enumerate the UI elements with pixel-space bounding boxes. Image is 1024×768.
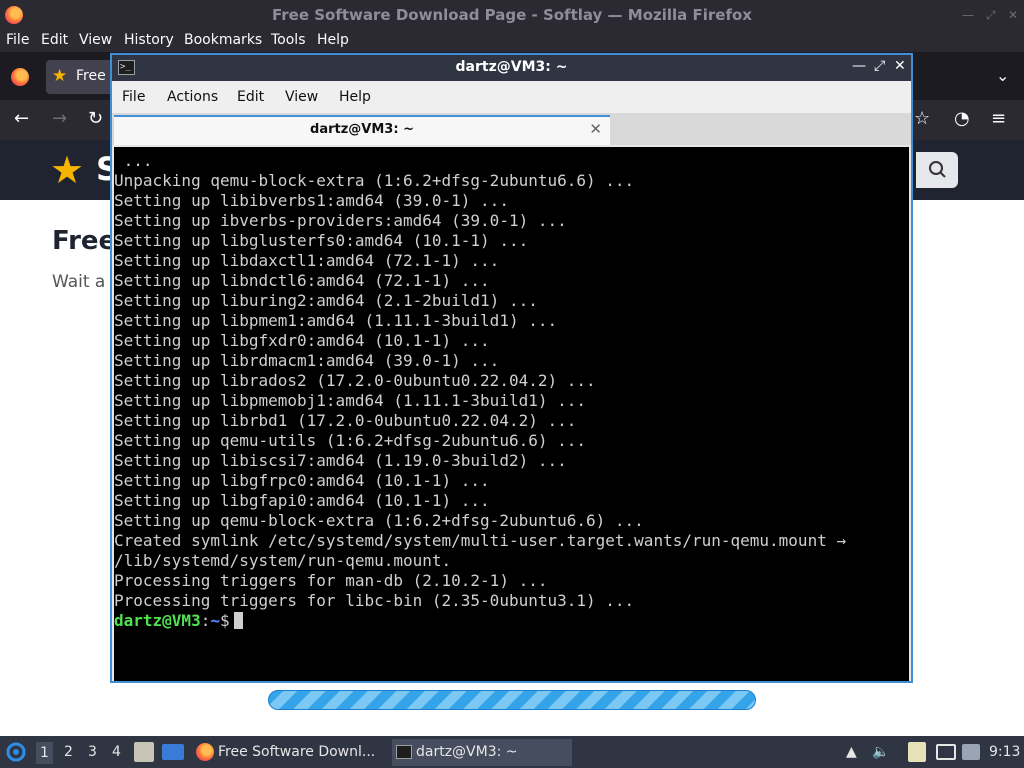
terminal-line: Created symlink /etc/systemd/system/mult… <box>114 531 847 550</box>
workspace-2[interactable]: 2 <box>64 744 73 760</box>
menu-help[interactable]: Help <box>317 32 349 48</box>
reload-icon[interactable]: ↻ <box>88 108 103 129</box>
terminal-menu-view[interactable]: View <box>285 89 318 105</box>
taskbar-task-terminal[interactable]: dartz@VM3: ~ <box>392 739 572 766</box>
clock[interactable]: 9:13 <box>989 744 1020 760</box>
taskbar: 1 2 3 4 Free Software Downl... dartz@VM3… <box>0 736 1024 768</box>
terminal-window[interactable]: >_ dartz@VM3: ~ — ⤢ ✕ File Actions Edit … <box>110 53 913 683</box>
menu-file[interactable]: File <box>6 32 29 48</box>
maximize-icon[interactable]: ⤢ <box>986 8 996 23</box>
browser-tab[interactable]: ★ Free <box>46 60 116 94</box>
terminal-line: Setting up libglusterfs0:amd64 (10.1-1) … <box>114 231 529 250</box>
terminal-line: Setting up qemu-utils (1:6.2+dfsg-2ubunt… <box>114 431 587 450</box>
terminal-line: Setting up libibverbs1:amd64 (39.0-1) ..… <box>114 191 509 210</box>
terminal-line: Setting up qemu-block-extra (1:6.2+dfsg-… <box>114 511 644 530</box>
terminal-tab-close-icon[interactable]: ✕ <box>589 120 602 138</box>
terminal-tab-label: dartz@VM3: ~ <box>310 122 414 137</box>
workspace-3[interactable]: 3 <box>88 744 97 760</box>
star-favicon-icon: ★ <box>52 66 68 86</box>
taskbar-task-firefox[interactable]: Free Software Downl... <box>194 739 384 766</box>
prompt-colon: : <box>200 611 211 630</box>
site-search-button[interactable] <box>916 152 958 188</box>
tray-arrow-icon[interactable]: ▲ <box>846 744 857 760</box>
workspace-1[interactable]: 1 <box>36 742 53 764</box>
terminal-window-title: dartz@VM3: ~ <box>455 59 568 75</box>
app-menu-icon[interactable]: ≡ <box>991 108 1006 129</box>
firefox-window-title: Free Software Download Page - Softlay — … <box>272 6 752 24</box>
terminal-line: Setting up libiscsi7:amd64 (1.19.0-3buil… <box>114 451 567 470</box>
firefox-task-icon <box>196 743 214 761</box>
clipboard-icon[interactable] <box>908 742 926 762</box>
search-icon <box>929 161 946 178</box>
terminal-line: /lib/systemd/system/run-qemu.mount. <box>114 551 452 570</box>
firefox-titlebar: Free Software Download Page - Softlay — … <box>0 0 1024 30</box>
terminal-close-icon[interactable]: ✕ <box>894 58 906 74</box>
file-manager-icon[interactable] <box>134 742 154 762</box>
terminal-line: Setting up libpmemobj1:amd64 (1.11.1-3bu… <box>114 391 587 410</box>
minimize-icon[interactable]: — <box>962 8 974 22</box>
terminal-line: ... <box>114 151 153 170</box>
menu-edit[interactable]: Edit <box>41 32 68 48</box>
terminal-line: Setting up librados2 (17.2.0-0ubuntu0.22… <box>114 371 596 390</box>
terminal-menu-file[interactable]: File <box>122 89 145 105</box>
terminal-line: Setting up libdaxctl1:amd64 (72.1-1) ... <box>114 251 500 270</box>
terminal-menu-help[interactable]: Help <box>339 89 371 105</box>
terminal-line: Setting up libgfapi0:amd64 (10.1-1) ... <box>114 491 490 510</box>
site-logo-star-icon: ★ <box>50 148 85 192</box>
list-all-tabs-icon[interactable]: ⌄ <box>996 66 1009 85</box>
terminal-maximize-icon[interactable]: ⤢ <box>874 58 885 74</box>
network-icon[interactable] <box>936 744 956 760</box>
prompt-path: ~ <box>210 611 220 630</box>
prompt-user-host: dartz@VM3 <box>114 611 201 630</box>
terminal-titlebar[interactable]: >_ dartz@VM3: ~ — ⤢ ✕ <box>112 55 911 81</box>
terminal-line: Setting up ibverbs-providers:amd64 (39.0… <box>114 211 567 230</box>
volume-icon[interactable]: 🔈 <box>872 744 889 760</box>
terminal-output[interactable]: ... Unpacking qemu-block-extra (1:6.2+df… <box>114 147 909 681</box>
terminal-minimize-icon[interactable]: — <box>852 58 866 74</box>
close-icon[interactable]: ✕ <box>1008 8 1018 22</box>
menu-bookmarks[interactable]: Bookmarks <box>184 32 262 48</box>
terminal-task-icon <box>396 745 412 759</box>
show-desktop-icon[interactable] <box>162 744 184 760</box>
terminal-line: Setting up liburing2:amd64 (2.1-2build1)… <box>114 291 538 310</box>
terminal-tabstrip: dartz@VM3: ~ ✕ <box>112 113 911 145</box>
notifications-icon[interactable] <box>962 744 980 760</box>
bookmark-star-icon[interactable]: ☆ <box>914 108 930 129</box>
menu-history[interactable]: History <box>124 32 174 48</box>
taskbar-task-firefox-label: Free Software Downl... <box>218 744 376 760</box>
start-menu-icon[interactable] <box>6 742 26 762</box>
terminal-line: Setting up librbd1 (17.2.0-0ubuntu0.22.0… <box>114 411 577 430</box>
terminal-line: Processing triggers for man-db (2.10.2-1… <box>114 571 548 590</box>
terminal-line: Setting up libgfrpc0:amd64 (10.1-1) ... <box>114 471 490 490</box>
firefox-menubar: File Edit View History Bookmarks Tools H… <box>0 30 1024 52</box>
menu-tools[interactable]: Tools <box>271 32 306 48</box>
terminal-line: Setting up libndctl6:amd64 (72.1-1) ... <box>114 271 490 290</box>
terminal-menu-edit[interactable]: Edit <box>237 89 264 105</box>
menu-view[interactable]: View <box>79 32 112 48</box>
terminal-line: Processing triggers for libc-bin (2.35-0… <box>114 591 635 610</box>
download-progress-bar <box>268 690 756 710</box>
terminal-menu-actions[interactable]: Actions <box>167 89 218 105</box>
firefox-view-icon[interactable] <box>11 68 29 86</box>
terminal-line: Setting up libpmem1:amd64 (1.11.1-3build… <box>114 311 558 330</box>
terminal-lines: ... Unpacking qemu-block-extra (1:6.2+df… <box>114 151 846 631</box>
terminal-line: Setting up libgfxdr0:amd64 (10.1-1) ... <box>114 331 490 350</box>
terminal-line: Setting up librdmacm1:amd64 (39.0-1) ... <box>114 351 500 370</box>
page-wait-text: Wait a r <box>52 272 118 292</box>
terminal-line: Unpacking qemu-block-extra (1:6.2+dfsg-2… <box>114 171 635 190</box>
taskbar-task-terminal-label: dartz@VM3: ~ <box>416 744 518 760</box>
account-icon[interactable]: ◔ <box>954 108 970 129</box>
browser-tab-label: Free <box>76 68 106 84</box>
text-cursor <box>233 612 243 629</box>
workspace-4[interactable]: 4 <box>112 744 121 760</box>
prompt-symbol: $ <box>219 611 230 630</box>
back-arrow-icon[interactable]: ← <box>14 108 29 129</box>
page-heading: Free <box>52 226 117 256</box>
terminal-menubar: File Actions Edit View Help <box>112 81 911 113</box>
forward-arrow-icon[interactable]: → <box>52 108 67 129</box>
terminal-prompt-line[interactable]: dartz@VM3:~$ <box>114 611 846 631</box>
terminal-tab[interactable]: dartz@VM3: ~ ✕ <box>114 115 610 145</box>
